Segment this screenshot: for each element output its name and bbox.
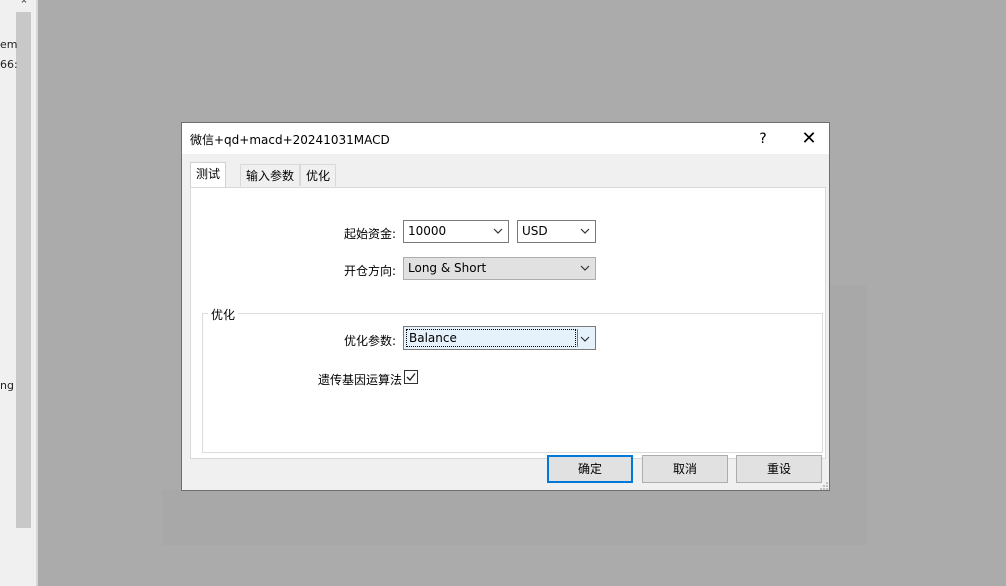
currency-value: USD: [522, 224, 548, 238]
close-button[interactable]: ✕: [796, 128, 822, 150]
optimization-group-title: 优化: [208, 306, 239, 323]
truncated-text: em: [0, 38, 18, 51]
vertical-scrollbar[interactable]: [16, 12, 31, 528]
chevron-down-icon: [578, 327, 592, 349]
optimization-param-select[interactable]: Balance: [403, 326, 596, 350]
reset-button[interactable]: 重设: [736, 455, 822, 483]
chevron-down-icon: [491, 221, 505, 242]
currency-select[interactable]: USD: [517, 220, 596, 243]
genetic-algorithm-label: 遗传基因运算法: [317, 373, 402, 387]
initial-capital-label: 起始资金:: [343, 227, 396, 241]
check-icon: [406, 373, 416, 381]
dialog-titlebar: 微信+qd+macd+20241031MACD ? ✕: [182, 123, 829, 154]
ok-button[interactable]: 确定: [547, 455, 633, 483]
dialog-title: 微信+qd+macd+20241031MACD: [190, 133, 390, 147]
position-direction-select[interactable]: Long & Short: [403, 257, 596, 280]
close-icon: ✕: [801, 128, 817, 149]
background-shadow: [162, 490, 867, 545]
truncated-text: 66:: [0, 58, 18, 71]
background-window-panel: ⌃ em 66: ng: [0, 0, 38, 586]
initial-capital-value: 10000: [408, 224, 447, 238]
tab-input-params[interactable]: 输入参数: [240, 164, 301, 186]
position-direction-label: 开仓方向:: [343, 264, 396, 278]
optimization-param-label: 优化参数:: [343, 334, 396, 348]
help-button[interactable]: ?: [752, 129, 774, 149]
chevron-down-icon: [578, 221, 592, 242]
truncated-text: ng: [0, 379, 14, 392]
genetic-algorithm-checkbox[interactable]: [404, 370, 418, 384]
optimization-param-value: Balance: [406, 329, 576, 347]
initial-capital-select[interactable]: 10000: [403, 220, 509, 243]
scroll-up-arrow[interactable]: ⌃: [17, 0, 31, 12]
resize-grip-icon[interactable]: [819, 481, 829, 491]
background-shadow: [830, 285, 866, 515]
tab-test[interactable]: 测试: [190, 162, 227, 187]
position-direction-value: Long & Short: [408, 261, 487, 275]
cancel-button[interactable]: 取消: [642, 455, 728, 483]
chevron-down-icon: [578, 258, 592, 279]
tab-optimization[interactable]: 优化: [300, 164, 337, 186]
